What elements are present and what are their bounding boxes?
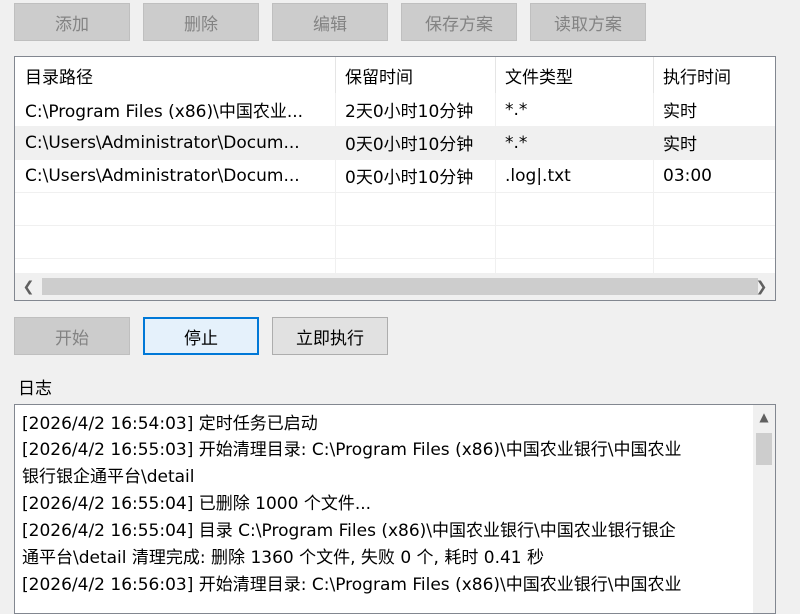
table-row[interactable]: C:\Users\Administrator\Docum... 0天0小时10分… [15,159,775,192]
delete-button[interactable]: 删除 [143,3,259,41]
log-textbox[interactable]: [2026/4/2 16:54:03] 定时任务已启动 [2026/4/2 16… [14,404,776,614]
grid-line [15,225,775,226]
cell-file-type: .log|.txt [505,165,571,186]
table-row[interactable]: C:\Program Files (x86)\中国农业... 2天0小时10分钟… [15,93,775,126]
grid-line [15,258,775,259]
table-row[interactable]: C:\Users\Administrator\Docum... 0天0小时10分… [15,126,775,159]
chevron-right-icon[interactable]: ❯ [748,273,775,300]
run-now-button[interactable]: 立即执行 [272,317,388,355]
stop-button[interactable]: 停止 [143,317,259,355]
edit-button[interactable]: 编辑 [272,3,388,41]
add-button[interactable]: 添加 [14,3,130,41]
load-scheme-button[interactable]: 读取方案 [530,3,646,41]
cell-exec-time: 实时 [663,135,697,155]
cell-path: C:\Users\Administrator\Docum... [25,132,300,153]
cell-retention: 0天0小时10分钟 [345,135,474,155]
cell-retention: 2天0小时10分钟 [345,102,474,122]
grid-line [15,192,775,193]
column-header-retention[interactable]: 保留时间 [335,57,495,93]
chevron-up-icon[interactable]: ▲ [753,405,775,429]
scrollbar-thumb[interactable] [756,433,772,465]
cell-exec-time: 03:00 [663,165,712,186]
cell-exec-time: 实时 [663,102,697,122]
horizontal-scrollbar[interactable]: ❮ ❯ [15,273,775,300]
list-header: 目录路径 保留时间 文件类型 执行时间 [15,57,775,93]
chevron-left-icon[interactable]: ❮ [15,273,42,300]
log-line: 通平台\detail 清理完成: 删除 1360 个文件, 失败 0 个, 耗时… [22,548,545,568]
scrollbar-thumb[interactable] [42,278,758,295]
save-scheme-button[interactable]: 保存方案 [401,3,517,41]
log-line: 银行银企通平台\detail [22,467,195,487]
column-header-file-type[interactable]: 文件类型 [495,57,653,93]
log-line: [2026/4/2 16:54:03] 定时任务已启动 [22,414,318,434]
log-line: [2026/4/2 16:55:03] 开始清理目录: C:\Program F… [22,440,682,460]
log-line: [2026/4/2 16:55:04] 已删除 1000 个文件... [22,494,372,514]
start-button[interactable]: 开始 [14,317,130,355]
column-header-exec-time[interactable]: 执行时间 [653,57,775,93]
cell-path: C:\Users\Administrator\Docum... [25,165,300,186]
column-header-path[interactable]: 目录路径 [15,57,335,93]
log-label: 日志 [18,379,52,399]
cell-path: C:\Program Files (x86)\中国农业... [25,102,304,122]
log-line: [2026/4/2 16:55:04] 目录 C:\Program Files … [22,521,676,541]
cell-file-type: *.* [505,132,528,153]
cell-file-type: *.* [505,99,528,120]
directory-list[interactable]: 目录路径 保留时间 文件类型 执行时间 C:\Program Files (x8… [14,56,776,301]
vertical-scrollbar[interactable]: ▲ [753,405,775,613]
log-line: [2026/4/2 16:56:03] 开始清理目录: C:\Program F… [22,575,682,595]
cell-retention: 0天0小时10分钟 [345,168,474,188]
